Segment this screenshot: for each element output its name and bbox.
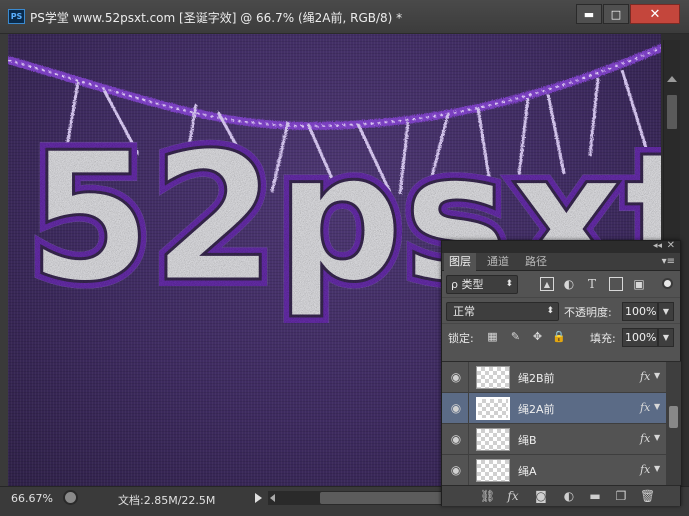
opacity-input[interactable]: 100% (622, 302, 658, 321)
layers-scrollbar[interactable] (666, 361, 681, 485)
layer-thumbnail (476, 459, 510, 482)
chevron-down-icon[interactable]: ▼ (654, 371, 660, 380)
scroll-left-arrow-icon[interactable] (270, 494, 275, 502)
fx-icon[interactable]: fx (640, 463, 650, 476)
fill-input[interactable]: 100% (622, 328, 658, 347)
horizontal-scrollbar[interactable] (268, 491, 444, 505)
layers-scroll-thumb[interactable] (669, 406, 678, 428)
shape-filter-icon[interactable] (609, 277, 623, 291)
lock-label: 锁定: (448, 332, 474, 345)
image-filter-icon[interactable]: ▲ (540, 277, 554, 291)
delete-layer-icon[interactable]: 🗑 (640, 489, 655, 503)
lock-row: 锁定: ▦ ✎ ✥ 🔒 填充: 100% ▼ (442, 323, 680, 350)
blend-mode-label: 正常 (453, 305, 475, 318)
layer-row[interactable]: ◉ 绳A fx ▼ (442, 455, 666, 485)
filter-kind-label: ρ 类型 (451, 278, 484, 291)
opacity-dropdown-icon[interactable]: ▼ (658, 302, 674, 321)
add-mask-icon[interactable]: ◙ (534, 489, 548, 503)
layer-name: 绳2B前 (518, 372, 555, 385)
layer-filter-row: ρ 类型 ⬍ ▲ ◐ T ▣ (442, 271, 680, 297)
new-adjustment-layer-icon[interactable]: ◐ (562, 489, 576, 503)
filter-toggle-icon[interactable] (662, 278, 673, 289)
chevron-down-icon[interactable]: ▼ (654, 433, 660, 442)
fx-icon[interactable]: fx (640, 432, 650, 445)
lock-position-icon[interactable]: ✥ (531, 330, 544, 343)
scroll-up-arrow-icon[interactable] (667, 76, 677, 82)
horizontal-scroll-thumb[interactable] (320, 492, 444, 504)
link-layers-icon[interactable]: ⛓ (480, 489, 495, 503)
fill-label: 填充: (590, 332, 616, 345)
new-group-icon[interactable]: ▬ (588, 489, 602, 503)
tab-channels[interactable]: 通道 (482, 253, 514, 271)
status-menu-arrow-icon[interactable] (255, 493, 262, 503)
vertical-scroll-thumb[interactable] (666, 94, 678, 130)
smart-object-filter-icon[interactable]: ▣ (632, 277, 646, 291)
minimize-button[interactable]: ▬ (576, 4, 602, 24)
chevron-updown-icon: ⬍ (505, 279, 513, 289)
zoom-level[interactable]: 66.67% (11, 492, 53, 505)
blend-row: 正常 ⬍ 不透明度: 100% ▼ (442, 297, 680, 323)
panel-footer: ⛓ fx ◙ ◐ ▬ ❐ 🗑 (442, 485, 680, 506)
panel-menu-icon[interactable]: ▾≡ (662, 256, 675, 267)
layer-row-selected[interactable]: ◉ 绳2A前 fx ▼ (442, 393, 666, 424)
eye-icon[interactable]: ◉ (449, 401, 463, 415)
eye-icon[interactable]: ◉ (449, 432, 463, 446)
layer-thumbnail (476, 428, 510, 451)
chevron-down-icon[interactable]: ▼ (654, 464, 660, 473)
maximize-button[interactable]: □ (603, 4, 629, 24)
layer-thumbnail (476, 397, 510, 420)
layer-thumbnail (476, 366, 510, 389)
layer-name: 绳2A前 (518, 403, 555, 416)
close-panel-icon[interactable]: ✕ (667, 240, 675, 251)
filter-kind-select[interactable]: ρ 类型 ⬍ (446, 275, 518, 294)
status-info-icon[interactable] (63, 490, 78, 505)
document-title: PS学堂 www.52psxt.com [圣诞字效] @ 66.7% (绳2A前… (30, 11, 403, 25)
panel-header-strip: ◂◂ ✕ (442, 240, 680, 253)
tab-paths[interactable]: 路径 (520, 253, 552, 271)
eye-icon[interactable]: ◉ (449, 463, 463, 477)
photoshop-app-icon: PS (8, 9, 25, 24)
title-bar: PS PS学堂 www.52psxt.com [圣诞字效] @ 66.7% (绳… (0, 0, 689, 34)
fx-icon[interactable]: fx (640, 401, 650, 414)
layer-list: ◉ 绳2B前 fx ▼ ◉ 绳2A前 fx ▼ ◉ 绳B fx ▼ ◉ 绳A f… (442, 361, 666, 485)
new-layer-icon[interactable]: ❐ (614, 489, 628, 503)
eye-icon[interactable]: ◉ (449, 370, 463, 384)
chevron-down-icon[interactable]: ▼ (654, 402, 660, 411)
layer-row[interactable]: ◉ 绳B fx ▼ (442, 424, 666, 455)
lock-transparent-pixels-icon[interactable]: ▦ (486, 330, 499, 343)
document-size-info: 文档:2.85M/22.5M (118, 494, 216, 507)
layer-name: 绳B (518, 434, 537, 447)
add-layer-style-icon[interactable]: fx (506, 489, 520, 503)
fx-icon[interactable]: fx (640, 370, 650, 383)
lock-all-icon[interactable]: 🔒 (552, 330, 566, 343)
opacity-label: 不透明度: (564, 306, 612, 319)
lock-image-pixels-icon[interactable]: ✎ (509, 330, 522, 343)
type-filter-icon[interactable]: T (585, 277, 599, 291)
tab-layers[interactable]: 图层 (444, 253, 476, 271)
fill-dropdown-icon[interactable]: ▼ (658, 328, 674, 347)
collapse-panel-icon[interactable]: ◂◂ (653, 241, 662, 251)
panel-tabs: 图层 通道 路径 ▾≡ (442, 253, 680, 271)
close-button[interactable]: ✕ (630, 4, 680, 24)
layer-name: 绳A (518, 465, 537, 478)
adjustment-filter-icon[interactable]: ◐ (562, 277, 576, 291)
layer-row[interactable]: ◉ 绳2B前 fx ▼ (442, 362, 666, 393)
chevron-updown-icon: ⬍ (546, 306, 554, 316)
layers-panel: ◂◂ ✕ 图层 通道 路径 ▾≡ ρ 类型 ⬍ ▲ ◐ T ▣ 正常 ⬍ 不透明… (441, 240, 681, 506)
blend-mode-select[interactable]: 正常 ⬍ (446, 302, 559, 321)
